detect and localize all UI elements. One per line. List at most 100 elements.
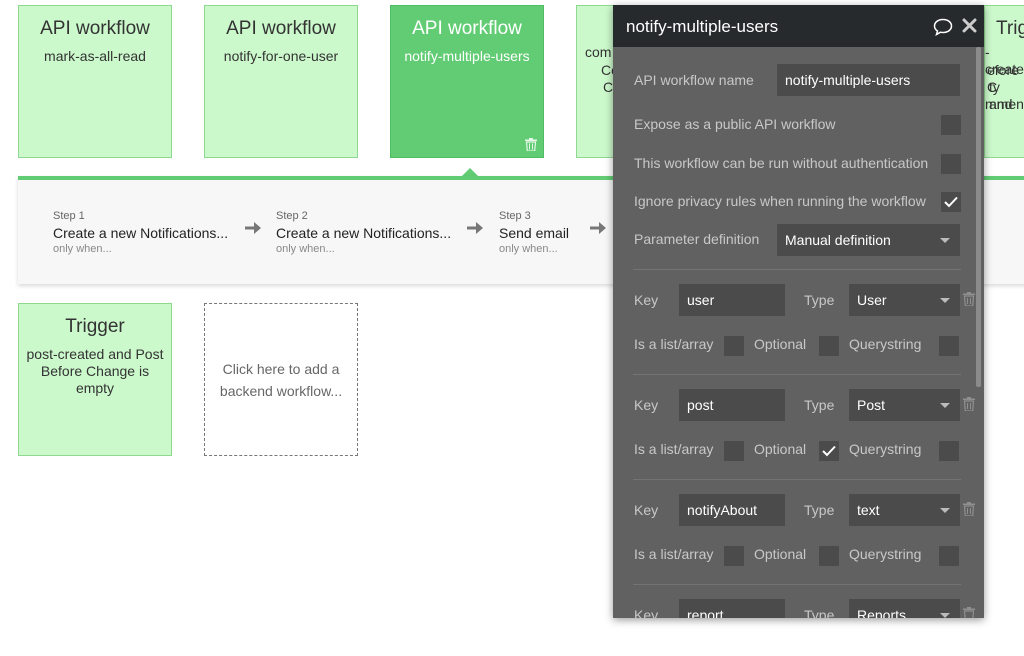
- key-label: Key: [634, 397, 659, 413]
- ignore-privacy-checkbox[interactable]: [941, 192, 961, 212]
- comment-icon[interactable]: [933, 18, 953, 36]
- step-name: Create a new Notifications...: [276, 225, 452, 241]
- querystring-label: Querystring: [849, 546, 922, 562]
- key-label: Key: [634, 502, 659, 518]
- workflow-name-label: API workflow name: [634, 72, 754, 88]
- checkmark-icon: [944, 196, 958, 208]
- panel-body: API workflow name notify-multiple-users …: [613, 47, 984, 618]
- step-condition: only when...: [499, 243, 558, 255]
- chevron-down-icon: [940, 508, 950, 513]
- key-label: Key: [634, 607, 659, 618]
- trigger-card-post-created[interactable]: Trigger post-created and Post Before Cha…: [18, 303, 172, 456]
- querystring-label: Querystring: [849, 441, 922, 457]
- card-subtitle: mark-as-all-read: [44, 48, 146, 64]
- expose-public-checkbox[interactable]: [941, 115, 961, 135]
- querystring-checkbox[interactable]: [939, 546, 959, 566]
- arrow-right-icon: [590, 222, 606, 234]
- checkmark-icon: [822, 445, 836, 457]
- querystring-checkbox[interactable]: [939, 441, 959, 461]
- param-type-value: text: [857, 502, 880, 518]
- trash-icon[interactable]: [963, 292, 975, 306]
- param-type-select[interactable]: User: [849, 284, 960, 316]
- add-workflow-text: Click here to add a backend workflow...: [219, 361, 343, 399]
- card-partial-line: com: [585, 44, 612, 60]
- param-type-value: User: [857, 292, 887, 308]
- trash-icon[interactable]: [963, 502, 975, 516]
- param-key-input[interactable]: post: [679, 389, 785, 421]
- api-workflow-card-notify-multiple-users[interactable]: API workflow notify-multiple-users: [390, 5, 544, 158]
- api-workflow-card-notify-for-one-user[interactable]: API workflow notify-for-one-user: [204, 5, 358, 158]
- card-partial-line: mment: [985, 96, 1024, 112]
- optional-label: Optional: [754, 336, 807, 352]
- is-list-checkbox[interactable]: [724, 441, 744, 461]
- trash-icon[interactable]: [525, 138, 537, 151]
- type-label: Type: [804, 397, 835, 413]
- run-without-auth-checkbox[interactable]: [941, 154, 961, 174]
- card-title: Trigger: [65, 316, 125, 337]
- api-workflow-card-mark-as-all-read[interactable]: API workflow mark-as-all-read: [18, 5, 172, 158]
- param-key-input[interactable]: notifyAbout: [679, 494, 785, 526]
- workflow-name-input[interactable]: notify-multiple-users: [777, 64, 960, 96]
- panel-scrollbar[interactable]: [976, 47, 981, 387]
- step-condition: only when...: [53, 243, 112, 255]
- panel-header: notify-multiple-users: [613, 5, 984, 47]
- selection-pointer: [462, 168, 478, 176]
- trash-icon[interactable]: [963, 607, 975, 618]
- divider: [633, 584, 961, 585]
- parameter-definition-value: Manual definition: [785, 232, 891, 248]
- param-type-select[interactable]: text: [849, 494, 960, 526]
- optional-checkbox[interactable]: [819, 546, 839, 566]
- param-type-select[interactable]: Reports: [849, 599, 960, 618]
- divider: [633, 374, 961, 375]
- is-list-label: Is a list/array: [634, 546, 714, 562]
- optional-checkbox[interactable]: [819, 441, 839, 461]
- workflow-card-partial[interactable]: com Co Cl: [576, 5, 616, 158]
- divider: [633, 479, 961, 480]
- ignore-privacy-label: Ignore privacy rules when running the wo…: [634, 193, 926, 209]
- step-1[interactable]: Step 1 Create a new Notifications... onl…: [53, 210, 228, 255]
- trash-icon[interactable]: [963, 397, 975, 411]
- chevron-down-icon: [940, 403, 950, 408]
- type-label: Type: [804, 292, 835, 308]
- querystring-label: Querystring: [849, 336, 922, 352]
- optional-label: Optional: [754, 441, 807, 457]
- step-3[interactable]: Step 3 Send email only when...: [499, 210, 569, 255]
- param-type-select[interactable]: Post: [849, 389, 960, 421]
- trigger-card-partial[interactable]: Trig -create efore C ty and mment: [984, 5, 1024, 158]
- step-label: Step 2: [276, 210, 308, 222]
- param-type-value: Reports: [857, 607, 907, 618]
- step-label: Step 1: [53, 210, 85, 222]
- card-title: API workflow: [226, 18, 336, 39]
- param-key-input[interactable]: report: [679, 599, 785, 618]
- card-subtitle: notify-for-one-user: [223, 48, 339, 64]
- parameter-definition-select[interactable]: Manual definition: [777, 224, 960, 256]
- card-subtitle: post-created and Post Before Change is e…: [26, 346, 164, 396]
- divider: [633, 269, 961, 270]
- chevron-down-icon: [940, 613, 950, 618]
- optional-checkbox[interactable]: [819, 336, 839, 356]
- workflow-properties-panel: notify-multiple-users API workflow name …: [613, 5, 984, 618]
- run-without-auth-label: This workflow can be run without authent…: [634, 155, 929, 171]
- arrow-right-icon: [245, 222, 261, 234]
- card-title: API workflow: [412, 18, 522, 39]
- key-label: Key: [634, 292, 659, 308]
- chevron-down-icon: [940, 298, 950, 303]
- optional-label: Optional: [754, 546, 807, 562]
- is-list-checkbox[interactable]: [724, 336, 744, 356]
- param-key-input[interactable]: user: [679, 284, 785, 316]
- expose-public-label: Expose as a public API workflow: [634, 116, 836, 132]
- querystring-checkbox[interactable]: [939, 336, 959, 356]
- type-label: Type: [804, 502, 835, 518]
- step-label: Step 3: [499, 210, 531, 222]
- is-list-checkbox[interactable]: [724, 546, 744, 566]
- card-title: API workflow: [40, 18, 150, 39]
- parameter-definition-label: Parameter definition: [634, 231, 760, 247]
- close-icon[interactable]: [962, 18, 977, 33]
- add-backend-workflow-button[interactable]: Click here to add a backend workflow...: [204, 303, 358, 456]
- step-2[interactable]: Step 2 Create a new Notifications... onl…: [276, 210, 451, 255]
- arrow-right-icon: [467, 222, 483, 234]
- chevron-down-icon: [940, 238, 950, 243]
- card-title: Trig: [996, 18, 1024, 39]
- type-label: Type: [804, 607, 835, 618]
- is-list-label: Is a list/array: [634, 336, 714, 352]
